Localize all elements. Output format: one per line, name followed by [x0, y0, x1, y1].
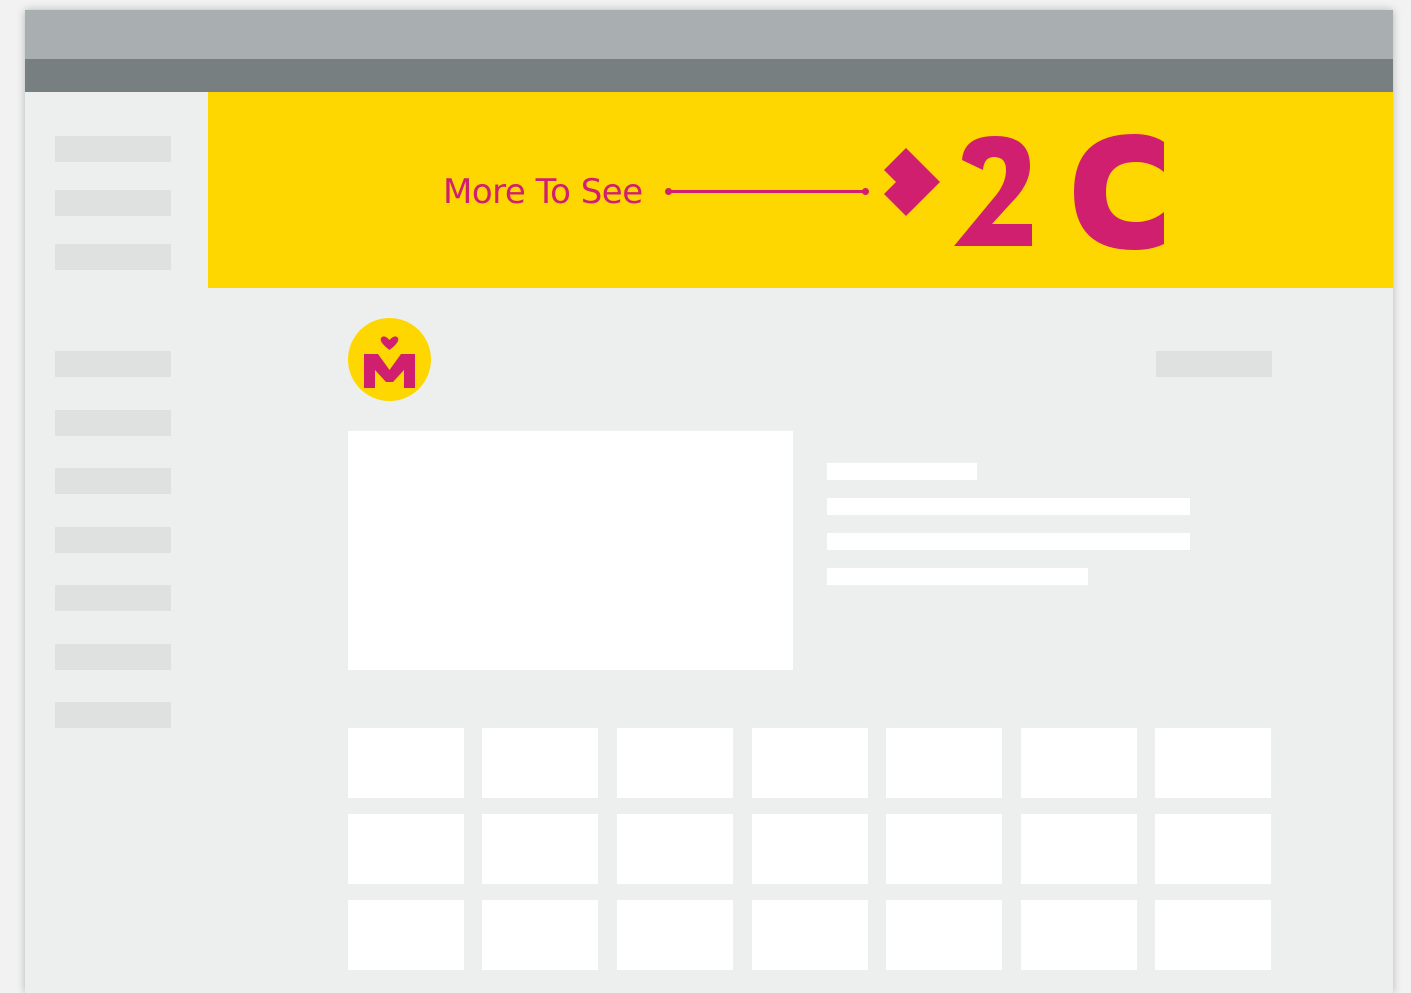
sidebar-item[interactable]	[55, 351, 171, 377]
video-thumbnail[interactable]	[617, 900, 733, 970]
featured-video[interactable]	[348, 431, 793, 670]
video-thumbnail[interactable]	[886, 728, 1002, 798]
browser-window: More To See 2 C	[25, 10, 1393, 993]
sidebar-item[interactable]	[55, 468, 171, 494]
logo-digit-two	[954, 136, 1032, 246]
chevron-right-icon	[884, 148, 940, 216]
banner-arrow-line	[668, 190, 864, 193]
sidebar-item[interactable]	[55, 585, 171, 611]
video-description-line	[827, 498, 1190, 515]
banner-logo: 2 C	[884, 132, 1164, 250]
subscribe-button[interactable]	[1156, 351, 1272, 377]
title-bar	[25, 10, 1393, 59]
video-thumbnail[interactable]	[348, 900, 464, 970]
video-thumbnail[interactable]	[482, 900, 598, 970]
channel-avatar[interactable]	[348, 318, 431, 401]
m-heart-logo-icon	[364, 336, 415, 388]
sidebar-item[interactable]	[55, 136, 171, 162]
sidebar-item[interactable]	[55, 190, 171, 216]
video-thumbnail[interactable]	[1155, 728, 1271, 798]
video-thumbnail[interactable]	[1021, 814, 1137, 884]
video-thumbnail[interactable]	[348, 814, 464, 884]
video-thumbnail[interactable]	[617, 814, 733, 884]
video-thumbnail[interactable]	[1155, 814, 1271, 884]
line-end-dot	[862, 188, 869, 195]
video-thumbnail[interactable]	[752, 814, 868, 884]
video-thumbnail[interactable]	[1021, 900, 1137, 970]
video-thumbnail[interactable]	[752, 728, 868, 798]
video-thumbnail[interactable]	[348, 728, 464, 798]
sidebar-item[interactable]	[55, 702, 171, 728]
video-thumbnail[interactable]	[1021, 728, 1137, 798]
video-thumbnail[interactable]	[886, 900, 1002, 970]
video-thumbnail[interactable]	[752, 900, 868, 970]
sidebar-item[interactable]	[55, 410, 171, 436]
banner-logo-text: 2 C	[884, 132, 886, 133]
video-description-line	[827, 533, 1190, 550]
sidebar-item[interactable]	[55, 527, 171, 553]
video-description-line	[827, 568, 1088, 585]
video-thumbnail[interactable]	[617, 728, 733, 798]
sidebar-item[interactable]	[55, 644, 171, 670]
video-thumbnail[interactable]	[482, 728, 598, 798]
video-title-line[interactable]	[827, 463, 977, 480]
video-thumbnail[interactable]	[482, 814, 598, 884]
toolbar	[25, 59, 1393, 92]
logo-letter-c	[1074, 134, 1164, 250]
video-thumbnail[interactable]	[1155, 900, 1271, 970]
banner-text: More To See	[443, 172, 643, 212]
channel-banner: More To See 2 C	[208, 92, 1393, 288]
sidebar-item[interactable]	[55, 244, 171, 270]
video-thumbnail[interactable]	[886, 814, 1002, 884]
